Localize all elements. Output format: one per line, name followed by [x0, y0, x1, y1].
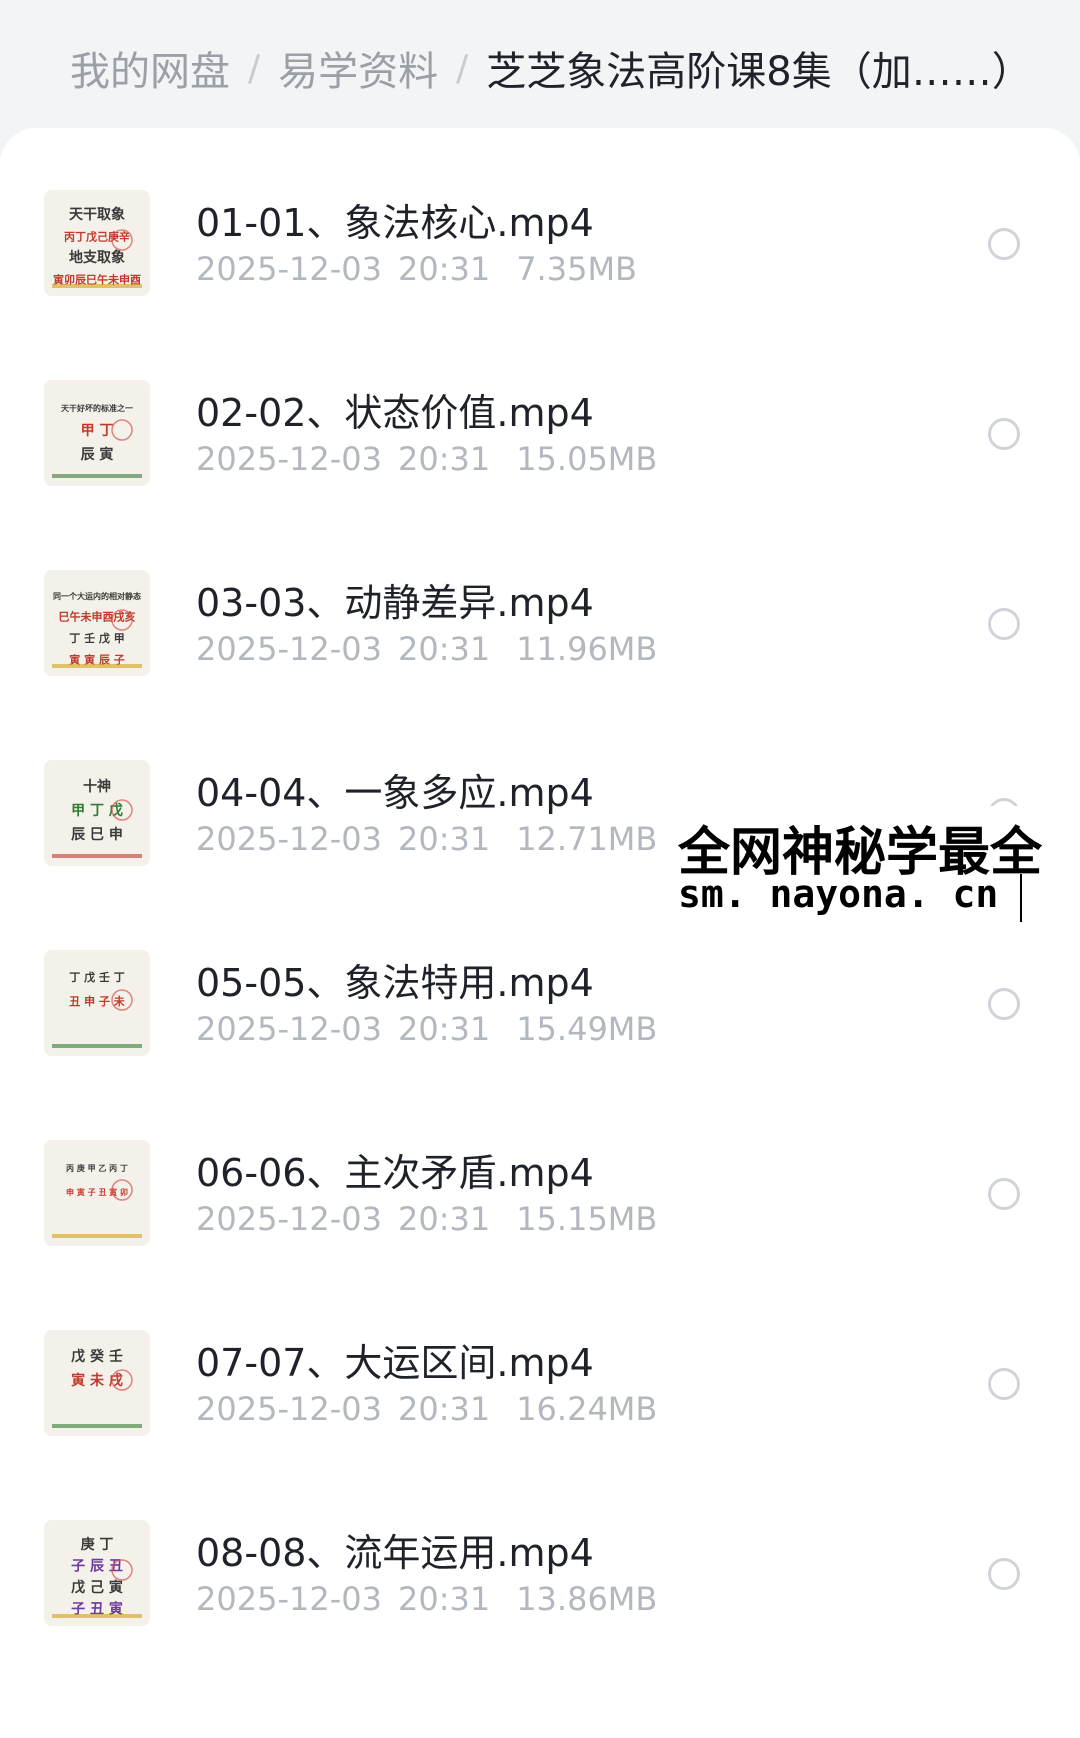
thumbnail-text: 同一个大运内的相对静态 [53, 591, 141, 601]
thumbnail-text: 天干取象 [69, 206, 125, 223]
file-row[interactable]: 天干好坏的标准之一甲 丁辰 寅 02-02、状态价值.mp4 2025-12-03 2… [0, 318, 1080, 508]
breadcrumb-folder[interactable]: 易学资料 [278, 39, 438, 97]
video-thumbnail: 十神甲 丁 戊辰 巳 申 [44, 760, 150, 866]
select-radio[interactable] [988, 608, 1020, 640]
file-name: 04-04、一象多应.mp4 [196, 771, 594, 815]
file-date: 2025-12-03 [196, 440, 382, 478]
thumbnail-text: 地支取象 [69, 249, 125, 266]
thumbnail-text: 天干好坏的标准之一 [61, 403, 133, 413]
file-date: 2025-12-03 [196, 1390, 382, 1428]
file-time: 20:31 [397, 1200, 491, 1238]
thumbnail-text: 巳午未申酉戌亥 [59, 610, 136, 624]
select-radio[interactable] [988, 1178, 1020, 1210]
video-thumbnail: 庚 丁子 辰 丑戊 己 寅子 丑 寅 [44, 1520, 150, 1626]
video-thumbnail: 天干取象 丙丁戊己庚辛 地支取象 寅卯辰巳午未申酉 [44, 190, 150, 296]
file-name: 02-02、状态价值.mp4 [196, 391, 594, 435]
file-date: 2025-12-03 [196, 1200, 382, 1238]
file-name: 03-03、动静差异.mp4 [196, 581, 594, 625]
file-name: 01-01、象法核心.mp4 [196, 201, 594, 245]
breadcrumb-separator: / [456, 47, 469, 89]
file-row[interactable]: 同一个大运内的相对静态 巳午未申酉戌亥丁 壬 戊 甲寅 寅 辰 子 03-03、动静… [0, 508, 1080, 698]
thumbnail-text: 十神 [83, 778, 111, 795]
select-radio[interactable] [988, 418, 1020, 450]
thumbnail-text: 丁 戊 壬 丁 [69, 970, 125, 984]
thumbnail-text: 申 寅 子 丑 寅 卯 [66, 1187, 128, 1197]
file-row[interactable]: 庚 丁子 辰 丑戊 己 寅子 丑 寅 08-08、流年运用.mp4 2025-12-… [0, 1458, 1080, 1648]
thumbnail-text: 戊 癸 壬 [71, 1348, 123, 1365]
file-name: 05-05、象法特用.mp4 [196, 961, 594, 1005]
file-date: 2025-12-03 [196, 1010, 382, 1048]
file-size: 12.71MB [516, 820, 658, 858]
file-size: 15.15MB [516, 1200, 658, 1238]
file-row[interactable]: 丙 庚 甲 乙 丙 丁申 寅 子 丑 寅 卯 06-06、主次矛盾.mp4 2025… [0, 1078, 1080, 1268]
file-time: 20:31 [397, 630, 491, 668]
thumbnail-text: 丁 壬 戊 甲 [69, 631, 125, 645]
watermark-overlay: 全网神秘学最全 sm. nayona. cn [674, 806, 1080, 924]
thumbnail-text: 丙丁戊己庚辛 [64, 230, 130, 244]
file-meta: 2025-12-03 20:31 15.05MB [196, 440, 657, 478]
file-date: 2025-12-03 [196, 820, 382, 858]
thumbnail-text: 子 辰 丑 [71, 1559, 123, 1575]
file-name: 08-08、流年运用.mp4 [196, 1531, 594, 1575]
video-thumbnail: 丁 戊 壬 丁丑 申 子 未 [44, 950, 150, 1056]
file-date: 2025-12-03 [196, 250, 382, 288]
file-time: 20:31 [397, 820, 491, 858]
thumbnail-text: 丑 申 子 未 [69, 994, 125, 1008]
thumbnail-text: 甲 丁 [81, 423, 114, 439]
top-bar: 我的网盘 / 易学资料 / 芝芝象法高阶课8集（加……） [0, 0, 1080, 140]
breadcrumb: 我的网盘 / 易学资料 / 芝芝象法高阶课8集（加……） [70, 40, 1032, 96]
thumbnail-text: 辰 寅 [81, 446, 114, 463]
file-meta: 2025-12-03 20:31 15.49MB [196, 1010, 657, 1048]
select-radio[interactable] [988, 988, 1020, 1020]
select-radio[interactable] [988, 228, 1020, 260]
file-meta: 2025-12-03 20:31 11.96MB [196, 630, 657, 668]
text-cursor [1020, 874, 1022, 922]
file-date: 2025-12-03 [196, 630, 382, 668]
video-thumbnail: 戊 癸 壬寅 未 戌 [44, 1330, 150, 1436]
file-meta: 2025-12-03 20:31 16.24MB [196, 1390, 657, 1428]
video-thumbnail: 同一个大运内的相对静态 巳午未申酉戌亥丁 壬 戊 甲寅 寅 辰 子 [44, 570, 150, 676]
file-row[interactable]: 戊 癸 壬寅 未 戌 07-07、大运区间.mp4 2025-12-03 20:31 1… [0, 1268, 1080, 1458]
file-date: 2025-12-03 [196, 1580, 382, 1618]
file-list: 天干取象 丙丁戊己庚辛 地支取象 寅卯辰巳午未申酉 01-01、象法核心.mp4 2025… [0, 128, 1080, 1738]
file-meta: 2025-12-03 20:31 15.15MB [196, 1200, 657, 1238]
select-radio[interactable] [988, 1558, 1020, 1590]
breadcrumb-separator: / [248, 47, 261, 89]
file-size: 11.96MB [516, 630, 658, 668]
file-row[interactable]: 天干取象 丙丁戊己庚辛 地支取象 寅卯辰巳午未申酉 01-01、象法核心.mp4 2025… [0, 128, 1080, 318]
thumbnail-text: 辰 巳 申 [71, 826, 123, 843]
file-time: 20:31 [397, 1010, 491, 1048]
file-size: 16.24MB [516, 1390, 658, 1428]
file-time: 20:31 [397, 250, 491, 288]
file-size: 7.35MB [516, 250, 637, 288]
file-time: 20:31 [397, 1580, 491, 1618]
video-thumbnail: 丙 庚 甲 乙 丙 丁申 寅 子 丑 寅 卯 [44, 1140, 150, 1246]
thumbnail-text: 戊 己 寅 [71, 1579, 123, 1596]
select-radio[interactable] [988, 1368, 1020, 1400]
file-size: 15.49MB [516, 1010, 658, 1048]
file-name: 06-06、主次矛盾.mp4 [196, 1151, 594, 1195]
file-time: 20:31 [397, 1390, 491, 1428]
file-name: 07-07、大运区间.mp4 [196, 1341, 594, 1385]
breadcrumb-current-folder: 芝芝象法高阶课8集（加……） [486, 49, 1032, 95]
thumbnail-text: 庚 丁 [81, 1536, 114, 1553]
video-thumbnail: 天干好坏的标准之一甲 丁辰 寅 [44, 380, 150, 486]
file-size: 13.86MB [516, 1580, 658, 1618]
file-meta: 2025-12-03 20:31 12.71MB [196, 820, 657, 858]
file-meta: 2025-12-03 20:31 13.86MB [196, 1580, 657, 1618]
thumbnail-text: 丙 庚 甲 乙 丙 丁 [66, 1163, 128, 1173]
file-meta: 2025-12-03 20:31 7.35MB [196, 250, 637, 288]
watermark-url: sm. nayona. cn [678, 872, 999, 916]
breadcrumb-my-drive[interactable]: 我的网盘 [70, 39, 230, 97]
file-time: 20:31 [397, 440, 491, 478]
file-size: 15.05MB [516, 440, 658, 478]
